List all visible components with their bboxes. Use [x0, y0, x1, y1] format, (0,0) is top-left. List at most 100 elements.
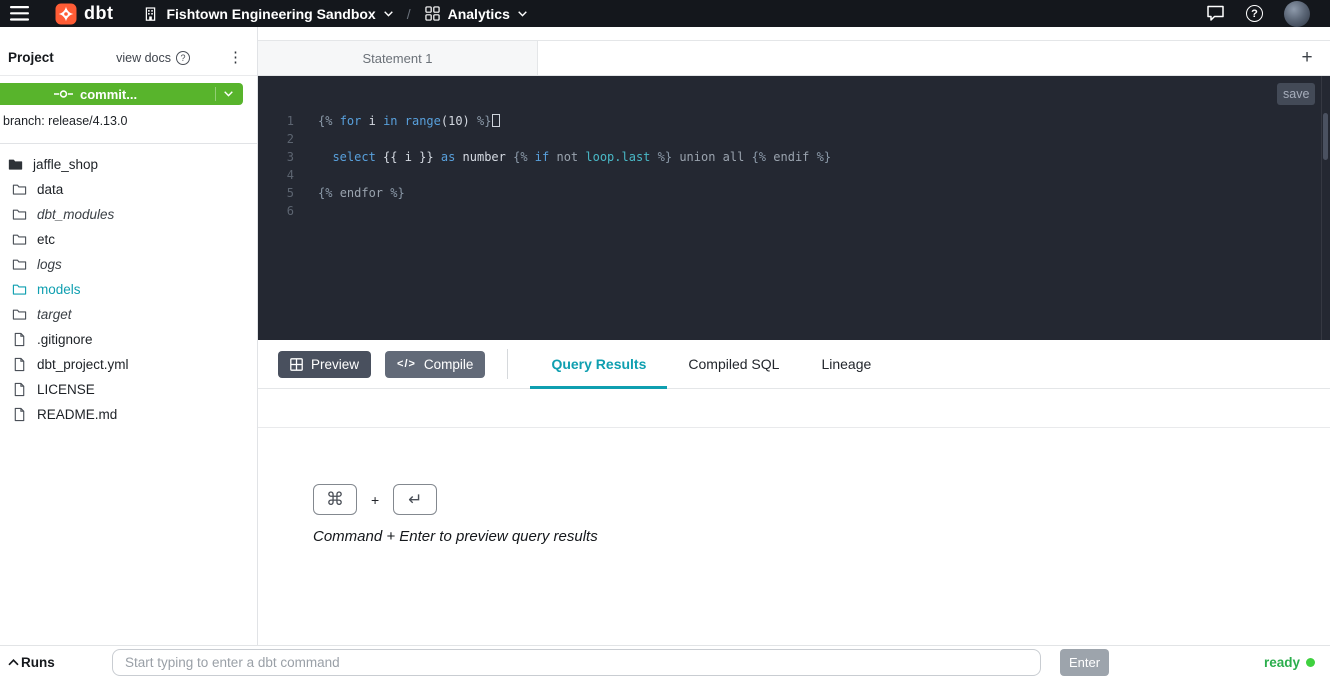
line-number: 6	[258, 202, 294, 220]
help-glyph: ?	[1251, 8, 1258, 20]
status-label: ready	[1264, 655, 1300, 670]
code-line[interactable]: 6	[258, 202, 1320, 220]
command-input[interactable]	[112, 649, 1041, 676]
tree-item-data[interactable]: data	[0, 177, 257, 202]
code-text: {% endfor %}	[318, 184, 405, 202]
save-button[interactable]: save	[1277, 83, 1315, 105]
file-icon	[12, 407, 28, 423]
menu-icon[interactable]	[10, 6, 29, 21]
folder-icon	[12, 282, 28, 298]
commit-chevron-icon[interactable]	[215, 87, 233, 101]
line-number: 2	[258, 130, 294, 148]
tree-item--gitignore[interactable]: .gitignore	[0, 327, 257, 352]
folder-icon	[12, 182, 28, 198]
kebab-menu-icon[interactable]: ⋮	[228, 50, 243, 65]
tree-item-dbt-modules[interactable]: dbt_modules	[0, 202, 257, 227]
file-icon	[12, 332, 28, 348]
view-docs-label: view docs	[116, 51, 171, 65]
code-line[interactable]: 2	[258, 130, 1320, 148]
tab-compiled-sql[interactable]: Compiled SQL	[667, 340, 800, 388]
results-divider	[258, 427, 1330, 428]
tab-lineage[interactable]: Lineage	[800, 340, 892, 388]
tree-item-label: models	[37, 282, 81, 297]
tree-item-jaffle-shop[interactable]: jaffle_shop	[0, 152, 257, 177]
enter-key-icon: ↵	[393, 484, 437, 515]
preview-grid-icon	[290, 358, 303, 371]
tree-item-logs[interactable]: logs	[0, 252, 257, 277]
dbt-logo-mark	[55, 3, 77, 25]
sidebar-header: Project view docs ? ⋮	[0, 40, 257, 76]
folder-icon	[12, 257, 28, 273]
line-number: 1	[258, 112, 294, 130]
tree-item-label: jaffle_shop	[33, 157, 98, 172]
chevron-down-icon	[518, 11, 527, 17]
preview-button[interactable]: Preview	[278, 351, 371, 378]
preview-label: Preview	[311, 357, 359, 372]
tree-item-dbt-project-yml[interactable]: dbt_project.yml	[0, 352, 257, 377]
line-number: 5	[258, 184, 294, 202]
code-icon: </>	[397, 358, 416, 370]
chat-icon[interactable]	[1206, 5, 1225, 22]
account-name: Fishtown Engineering Sandbox	[166, 6, 375, 22]
runs-toggle[interactable]: Runs	[8, 646, 55, 678]
code-line[interactable]: 4	[258, 166, 1320, 184]
editor-scrollbar[interactable]	[1323, 113, 1328, 160]
folder-icon	[8, 157, 24, 173]
editor-tabbar: Statement 1 +	[258, 40, 1330, 76]
tree-item-label: dbt_project.yml	[37, 357, 129, 372]
account-switcher[interactable]: Fishtown Engineering Sandbox	[143, 6, 392, 22]
runs-label: Runs	[21, 655, 55, 670]
view-docs-icon: ?	[176, 51, 190, 65]
code-line[interactable]: 1 {% for i in range(10) %}	[258, 112, 1320, 130]
tab-query-results[interactable]: Query Results	[530, 340, 667, 388]
tree-item-models[interactable]: models	[0, 277, 257, 302]
toolbar-divider	[507, 349, 508, 379]
compile-button[interactable]: </> Compile	[385, 351, 485, 378]
chevron-down-icon	[384, 11, 393, 17]
commit-label: commit...	[80, 87, 137, 102]
sidebar-title: Project	[8, 50, 54, 65]
tab-statement-1[interactable]: Statement 1	[258, 41, 538, 75]
dbt-logo-text: dbt	[84, 3, 113, 24]
tree-item-label: README.md	[37, 407, 117, 422]
tree-item-label: logs	[37, 257, 62, 272]
folder-icon	[12, 307, 28, 323]
statusbar: Runs Enter ready	[0, 645, 1330, 678]
main-area: Statement 1 + save 1 {% for i in range(10…	[258, 27, 1330, 645]
command-key-icon: ⌘	[313, 484, 357, 515]
code-line[interactable]: 5 {% endfor %}	[258, 184, 1320, 202]
topbar-actions: ?	[1206, 1, 1310, 27]
code-editor[interactable]: save 1 {% for i in range(10) %} 23 select …	[258, 76, 1330, 340]
tree-item-target[interactable]: target	[0, 302, 257, 327]
view-docs-link[interactable]: view docs ?	[116, 51, 190, 65]
grid-icon	[425, 6, 440, 21]
preview-hint: Command + Enter to preview query results	[313, 528, 598, 545]
plus-separator: +	[371, 492, 379, 508]
project-switcher[interactable]: Analytics	[425, 6, 527, 22]
tree-item-etc[interactable]: etc	[0, 227, 257, 252]
tree-item-label: LICENSE	[37, 382, 95, 397]
tree-item-license[interactable]: LICENSE	[0, 377, 257, 402]
keyboard-shortcut: ⌘ + ↵	[313, 484, 437, 515]
tree-item-label: dbt_modules	[37, 207, 114, 222]
code-text: {% for i in range(10) %}	[318, 112, 500, 130]
file-tree: jaffle_shop data dbt_modules etc logs mo…	[0, 152, 257, 427]
code-line[interactable]: 3 select {{ i }} as number {% if not loo…	[258, 148, 1320, 166]
tree-item-readme-md[interactable]: README.md	[0, 402, 257, 427]
enter-button[interactable]: Enter	[1060, 649, 1109, 676]
dbt-logo[interactable]: dbt	[55, 3, 113, 25]
tree-item-label: data	[37, 182, 63, 197]
folder-icon	[12, 232, 28, 248]
branch-label: branch: release/4.13.0	[3, 114, 127, 128]
help-icon[interactable]: ?	[1246, 5, 1263, 22]
tree-item-label: target	[37, 307, 72, 322]
code-text: select {{ i }} as number {% if not loop.…	[318, 148, 831, 166]
commit-button[interactable]: commit...	[0, 83, 243, 105]
compile-label: Compile	[424, 357, 474, 372]
topbar: dbt Fishtown Engineering Sandbox / Analy…	[0, 0, 1330, 27]
avatar[interactable]	[1284, 1, 1310, 27]
sidebar: Project view docs ? ⋮ commit... branch: …	[0, 27, 258, 645]
result-tabs: Query ResultsCompiled SQLLineage	[530, 340, 892, 388]
add-tab-button[interactable]: +	[1284, 41, 1330, 75]
project-name: Analytics	[448, 6, 510, 22]
